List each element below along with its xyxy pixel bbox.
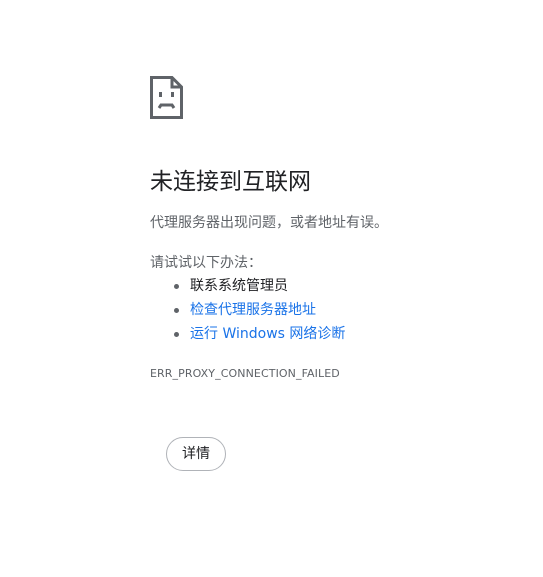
error-description: 代理服务器出现问题，或者地址有误。 bbox=[150, 215, 388, 231]
suggestions-heading: 请试试以下办法： bbox=[150, 255, 262, 271]
network-diagnostics-link[interactable]: 运行 Windows 网络诊断 bbox=[190, 326, 345, 342]
bullet-icon bbox=[174, 284, 179, 289]
sad-document-icon bbox=[150, 76, 183, 119]
check-proxy-link[interactable]: 检查代理服务器地址 bbox=[190, 302, 316, 318]
page-title: 未连接到互联网 bbox=[150, 169, 311, 195]
bullet-icon bbox=[174, 308, 179, 313]
error-code: ERR_PROXY_CONNECTION_FAILED bbox=[150, 367, 340, 380]
suggestion-network-diagnostics: 运行 Windows 网络诊断 bbox=[150, 324, 345, 348]
error-page: 未连接到互联网 代理服务器出现问题，或者地址有误。 请试试以下办法： 联系系统管… bbox=[0, 0, 543, 577]
bullet-icon bbox=[174, 332, 179, 337]
suggestions-list: 联系系统管理员 检查代理服务器地址 运行 Windows 网络诊断 bbox=[150, 276, 345, 348]
suggestion-check-proxy: 检查代理服务器地址 bbox=[150, 300, 345, 324]
suggestion-label: 联系系统管理员 bbox=[190, 278, 288, 294]
suggestion-contact-admin: 联系系统管理员 bbox=[150, 276, 345, 300]
details-button[interactable]: 详情 bbox=[166, 437, 226, 471]
